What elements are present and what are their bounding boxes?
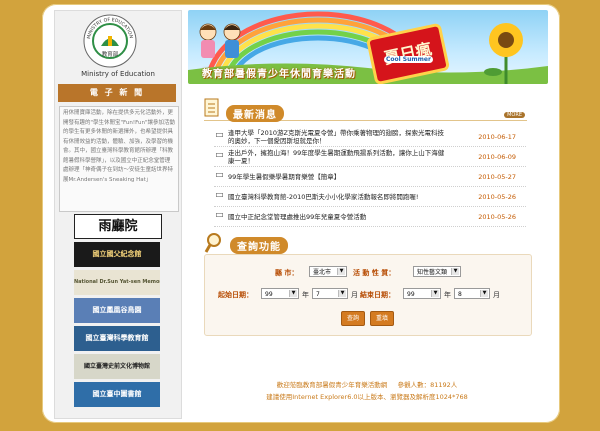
chevron-down-icon: ▼ (289, 290, 297, 297)
magnifier-icon (204, 233, 221, 253)
county-select[interactable]: 臺北市 ▼ (309, 266, 347, 277)
chevron-down-icon: ▼ (431, 290, 439, 297)
footer: 歡迎蒞臨教育部暑假青少年育樂活動網 參觀人數：81192人 建議使用Intern… (186, 379, 548, 403)
partner-links: 雨廳院 國立國父紀念館 National Dr.Sun Yat-sen Memo… (74, 214, 162, 410)
footer-welcome: 歡迎蒞臨教育部暑假青少年育樂活動網 (276, 381, 388, 389)
news-item-date: 2010-06-17 (478, 133, 516, 141)
chevron-down-icon: ▼ (337, 268, 345, 275)
logo-center-text: 教育部 (102, 50, 119, 58)
speech-bubble-icon (216, 173, 223, 177)
more-button[interactable]: MORE (504, 112, 525, 118)
news-item-title[interactable]: 逢甲大學「2010游Z克斯光電夏令營」帶你乘著物理的翅膀，探索光電科技的奧妙，下… (228, 129, 450, 145)
end-month-select[interactable]: 8 ▼ (454, 288, 490, 299)
chevron-down-icon: ▼ (451, 268, 459, 275)
news-notepad-icon (204, 98, 219, 117)
header-banner: 夏日瘋 Cool Summer 教育部暑假青少年休閒育樂活動 (188, 10, 548, 84)
category-select-value: 知性藝文類 (417, 269, 448, 276)
start-month-select[interactable]: 7 ▼ (312, 288, 348, 299)
category-label: 活 動 性 質： (353, 269, 396, 277)
start-month-value: 7 (316, 291, 320, 298)
query-title: 查詢功能 (230, 237, 288, 254)
news-item-title[interactable]: 走出戶外，擁抱山海！99年度學生暑期運動飛揚系列活動，讓你上山下海健康一夏！ (228, 149, 450, 165)
month-unit: 月 (493, 291, 500, 299)
news-item-date: 2010-05-26 (478, 213, 516, 221)
start-date-label: 起始日期： (218, 291, 253, 299)
visitor-count-label: 參觀人數： (397, 381, 431, 389)
news-item[interactable]: 國立臺灣科學教育館-2010巴斯夫小小化學家活動報名即將開跑喔! 2010-05… (214, 188, 526, 207)
start-year-select[interactable]: 99 ▼ (261, 288, 299, 299)
news-item-title[interactable]: 國立臺灣科學教育館-2010巴斯夫小小化學家活動報名即將開跑喔! (228, 193, 450, 201)
end-year-select[interactable]: 99 ▼ (403, 288, 441, 299)
news-item-title[interactable]: 國立中正紀念堂管理處推出99年兒童夏令營活動 (228, 213, 450, 221)
news-list: 逢甲大學「2010游Z克斯光電夏令營」帶你乘著物理的翅膀，探索光電科技的奧妙，下… (214, 128, 526, 228)
year-unit: 年 (302, 291, 309, 299)
link-banner-prehistory-museum[interactable]: 國立臺灣史前文化博物館 (74, 354, 160, 379)
news-item-date: 2010-05-27 (478, 173, 516, 181)
speech-bubble-icon (216, 133, 223, 137)
link-banner-sun-yat-sen-hall[interactable]: 國立國父紀念館 (74, 242, 160, 267)
footer-line-1: 歡迎蒞臨教育部暑假青少年育樂活動網 參觀人數：81192人 (186, 379, 548, 391)
news-item-title[interactable]: 99年學生暑假樂學暑期育樂營【簡章】 (228, 173, 450, 181)
year-unit: 年 (444, 291, 451, 299)
county-label: 縣 市： (275, 269, 299, 277)
county-select-value: 臺北市 (313, 269, 332, 276)
month-unit: 月 (351, 291, 358, 299)
end-date-label: 結束日期： (360, 291, 395, 299)
news-item-date: 2010-06-09 (478, 153, 516, 161)
speech-bubble-icon (216, 193, 223, 197)
e-news-excerpt: 用休閒寶庫活動，除在提供多元化活動外，更開發有趣的"學生休閒宝"Fun!Fun"… (59, 106, 179, 212)
start-year-value: 99 (265, 291, 273, 298)
news-header: 最新消息 MORE (204, 98, 527, 122)
query-header: 查詢功能 (204, 232, 528, 254)
news-item[interactable]: 99年學生暑假樂學暑期育樂營【簡章】 2010-05-27 (214, 168, 526, 187)
end-year-value: 99 (407, 291, 415, 298)
visitor-count: 81192人 (430, 381, 458, 389)
news-item[interactable]: 逢甲大學「2010游Z克斯光電夏令營」帶你乘著物理的翅膀，探索光電科技的奧妙，下… (214, 128, 526, 147)
chevron-down-icon: ▼ (338, 290, 346, 297)
speech-bubble-icon (216, 213, 223, 217)
query-form: 縣 市： 臺北市 ▼ 活 動 性 質： 知性藝文類 ▼ 起始日期： 99 ▼ 年… (204, 254, 532, 336)
news-item[interactable]: 走出戶外，擁抱山海！99年度學生暑期運動飛揚系列活動，讓你上山下海健康一夏！ 2… (214, 148, 526, 167)
news-item-date: 2010-05-26 (478, 193, 516, 201)
ministry-logo[interactable]: MINISTRY OF EDUCATION 教育部 (82, 13, 138, 69)
news-item[interactable]: 國立中正紀念堂管理處推出99年兒童夏令營活動 2010-05-26 (214, 208, 526, 227)
end-month-value: 8 (458, 291, 462, 298)
cool-summer-tag: Cool Summer (384, 56, 433, 63)
link-banner-taichung-library[interactable]: 國立臺中圖書館 (74, 382, 160, 407)
ministry-name: Ministry of Education (81, 70, 155, 78)
news-title: 最新消息 (226, 105, 284, 122)
category-select[interactable]: 知性藝文類 ▼ (413, 266, 461, 277)
link-banner-science-education-center[interactable]: 國立臺灣科學教育館 (74, 326, 160, 351)
reset-button[interactable]: 重填 (370, 311, 395, 326)
link-banner-ntch[interactable]: 雨廳院 (74, 214, 162, 239)
link-banner-bird-park[interactable]: 國立鳳凰谷鳥園 (74, 298, 160, 323)
chevron-down-icon: ▼ (480, 290, 488, 297)
banner-title: 教育部暑假青少年休閒育樂活動 (202, 69, 356, 80)
search-button[interactable]: 查詢 (341, 311, 366, 326)
link-banner-sun-yat-sen-hall-en[interactable]: National Dr.Sun Yat-sen Memorial Hall (74, 270, 160, 295)
speech-bubble-icon (216, 153, 223, 157)
footer-browser-note: 建議使用Internet Explorer6.0以上版本、瀏覽器及解析度1024… (266, 393, 468, 401)
e-news-header[interactable]: 電 子 新 聞 (58, 84, 176, 102)
